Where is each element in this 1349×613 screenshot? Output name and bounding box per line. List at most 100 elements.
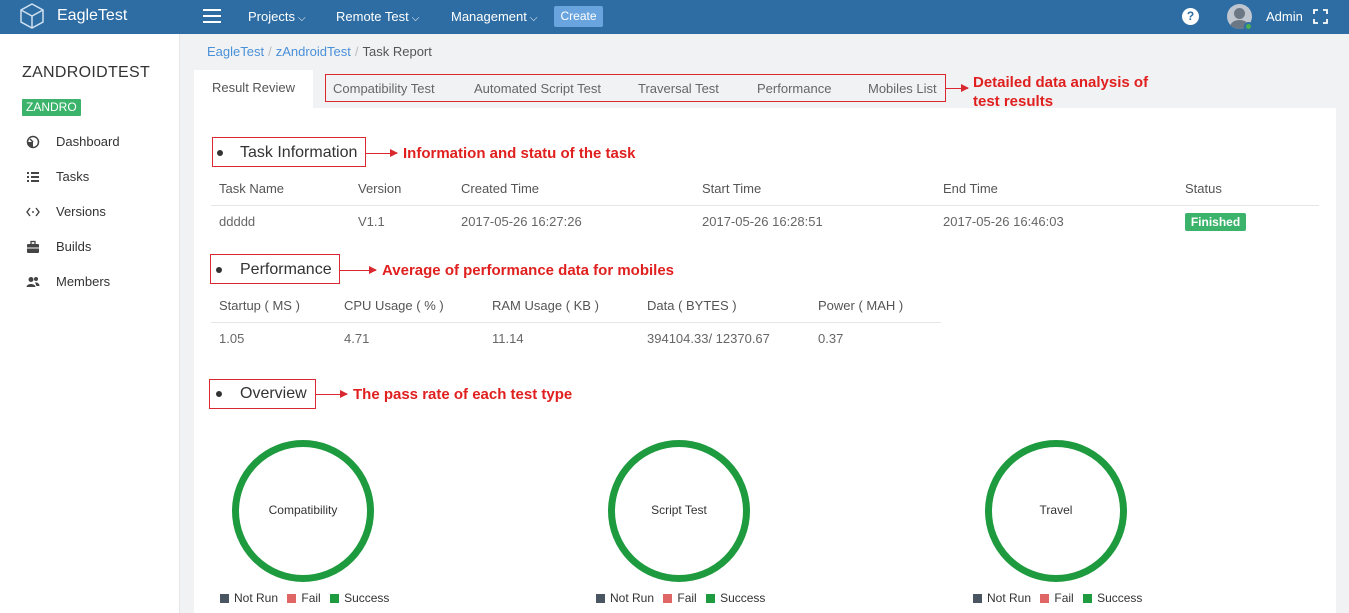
chevron-down-icon: ⌵ [297, 13, 306, 24]
sidebar: ZANDROIDTEST ZANDRO Dashboard Tasks Vers… [0, 34, 180, 613]
online-status-icon [1244, 22, 1253, 31]
dashboard-icon [26, 135, 40, 149]
remote-test-menu[interactable]: Remote Test ⌵ [336, 9, 419, 24]
legend-swatch-fail [1040, 594, 1050, 603]
projects-menu[interactable]: Projects ⌵ [248, 9, 306, 24]
legend-success[interactable]: Success [330, 591, 389, 605]
sidebar-item-members[interactable]: Members [26, 273, 166, 293]
sidebar-item-label: Tasks [56, 169, 90, 184]
management-label: Management [451, 9, 527, 24]
legend-swatch-success [1083, 594, 1093, 603]
sidebar-item-dashboard[interactable]: Dashboard [26, 133, 166, 153]
legend-swatch-not-run [220, 594, 229, 603]
legend-success[interactable]: Success [1083, 591, 1142, 605]
legend-not-run[interactable]: Not Run [596, 591, 654, 605]
task-header-start: Start Time [702, 181, 762, 196]
legend-swatch-not-run [596, 594, 605, 603]
tab-result-review[interactable]: Result Review [194, 70, 313, 109]
perf-startup-value: 1.05 [219, 331, 245, 346]
legend-label-success: Success [1097, 591, 1143, 605]
sidebar-item-versions[interactable]: Versions [26, 203, 166, 223]
travel-chart-label: Travel [1039, 503, 1073, 517]
projects-label: Projects [248, 9, 295, 24]
help-icon[interactable]: ? [1182, 8, 1199, 25]
perf-header-data: Data ( BYTES ) [647, 298, 737, 313]
users-icon [26, 277, 40, 287]
sidebar-item-label: Versions [56, 204, 106, 219]
compatibility-chart-label: Compatibility [268, 503, 338, 517]
legend-fail[interactable]: Fail [663, 591, 697, 605]
code-icon [26, 207, 40, 217]
legend-fail[interactable]: Fail [287, 591, 321, 605]
legend-fail[interactable]: Fail [1040, 591, 1074, 605]
menu-toggle-icon[interactable] [203, 9, 221, 25]
legend-swatch-success [330, 594, 340, 603]
perf-header-cpu: CPU Usage ( % ) [344, 298, 444, 313]
sidebar-item-tasks[interactable]: Tasks [26, 168, 166, 188]
remote-test-label: Remote Test [336, 9, 409, 24]
perf-header-ram: RAM Usage ( KB ) [492, 298, 599, 313]
perf-data-value: 394104.33/ 12370.67 [647, 331, 770, 346]
overview-annotation: The pass rate of each test type [353, 386, 573, 403]
legend-not-run[interactable]: Not Run [220, 591, 278, 605]
sidebar-item-label: Members [56, 274, 111, 289]
fullscreen-icon[interactable] [1313, 9, 1328, 24]
user-name[interactable]: Admin [1266, 9, 1303, 24]
bullet-icon [216, 391, 222, 397]
legend-label-success: Success [720, 591, 766, 605]
legend-swatch-success [706, 594, 716, 603]
chevron-down-icon: ⌵ [529, 13, 538, 24]
perf-ram-value: 11.14 [492, 331, 524, 346]
project-title: ZANDROIDTEST [22, 64, 151, 81]
tabs-annotation-box [325, 74, 946, 102]
bullet-icon [216, 267, 222, 273]
task-version-value: V1.1 [358, 214, 385, 229]
bullet-icon [217, 150, 223, 156]
overview-title: Overview [240, 385, 307, 402]
sidebar-item-label: Dashboard [56, 134, 120, 149]
task-end-value: 2017-05-26 16:46:03 [943, 214, 1064, 229]
chart-legend: Not Run Fail Success [596, 591, 771, 605]
table-divider [211, 322, 941, 323]
sidebar-item-builds[interactable]: Builds [26, 238, 166, 258]
legend-success[interactable]: Success [706, 591, 765, 605]
performance-title: Performance [240, 261, 332, 278]
breadcrumb: EagleTest / zAndroidTest / Task Report [207, 44, 432, 59]
legend-not-run[interactable]: Not Run [973, 591, 1031, 605]
legend-swatch-not-run [973, 594, 982, 603]
legend-swatch-fail [663, 594, 673, 603]
task-info-annotation: Information and statu of the task [403, 145, 636, 162]
annotation-arrow-icon [316, 390, 348, 398]
project-badge: ZANDRO [22, 99, 81, 116]
create-button[interactable]: Create [554, 6, 603, 27]
breadcrumb-current: Task Report [362, 44, 432, 59]
annotation-arrow-icon [946, 84, 969, 92]
legend-label-fail: Fail [1054, 591, 1074, 605]
breadcrumb-link-eagletest[interactable]: EagleTest [207, 44, 264, 59]
task-name-value: ddddd [219, 214, 256, 229]
briefcase-icon [27, 240, 39, 253]
legend-label-fail: Fail [301, 591, 321, 605]
legend-label-success: Success [344, 591, 390, 605]
table-divider [211, 205, 1319, 206]
legend-label-not-run: Not Run [987, 591, 1032, 605]
sidebar-item-label: Builds [56, 239, 92, 254]
top-navbar: EagleTest Projects ⌵ Remote Test ⌵ Managem… [0, 0, 1349, 34]
management-menu[interactable]: Management ⌵ [451, 9, 537, 24]
perf-header-startup: Startup ( MS ) [219, 298, 300, 313]
script-test-chart-label: Script Test [651, 503, 707, 517]
legend-label-not-run: Not Run [610, 591, 655, 605]
chart-legend: Not Run Fail Success [973, 591, 1148, 605]
task-header-created: Created Time [461, 181, 540, 196]
task-header-version: Version [358, 181, 402, 196]
task-header-end: End Time [943, 181, 998, 196]
annotation-arrow-icon [340, 266, 377, 274]
tabs-annotation-line1: Detailed data analysis of [973, 74, 1149, 91]
perf-power-value: 0.37 [818, 331, 844, 346]
breadcrumb-link-project[interactable]: zAndroidTest [276, 44, 351, 59]
perf-header-power: Power ( MAH ) [818, 298, 904, 313]
eagletest-logo-icon[interactable] [18, 2, 46, 30]
brand-name[interactable]: EagleTest [57, 7, 127, 25]
status-badge: Finished [1185, 213, 1246, 231]
annotation-arrow-icon [366, 149, 398, 157]
